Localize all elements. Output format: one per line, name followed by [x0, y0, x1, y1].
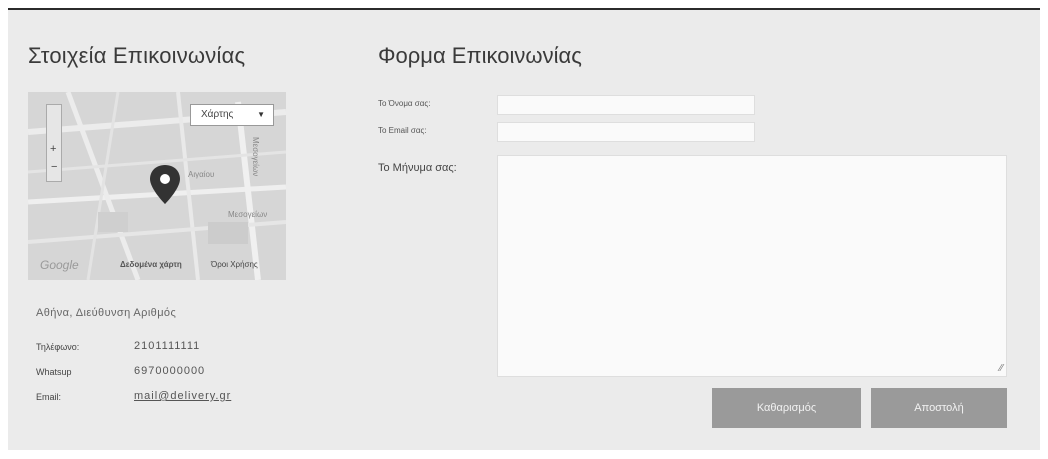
send-button[interactable]: Αποστολή: [871, 388, 1007, 428]
clear-button[interactable]: Καθαρισμός: [712, 388, 861, 428]
map-terms-link[interactable]: Όροι Χρήσης: [211, 260, 258, 269]
street-label: Μεσογείων: [228, 210, 267, 219]
address-text: Αθήνα, Διεύθυνση Αριθμός: [36, 307, 177, 319]
zoom-in-icon[interactable]: +: [50, 143, 56, 155]
contact-map[interactable]: Αιγαίου Μεσογείων Μεσογείων + − Χάρτης ▼…: [28, 92, 286, 280]
contact-form-title: Φορμα Επικοινωνίας: [378, 43, 582, 68]
whatsup-label: Whatsup: [36, 367, 72, 377]
name-input[interactable]: [497, 95, 755, 115]
street-label: Μεσογείων: [251, 137, 260, 176]
whatsup-value: 6970000000: [134, 365, 206, 377]
name-label: Το Όνομα σας:: [378, 99, 431, 108]
google-logo: Google: [40, 258, 79, 272]
map-type-label: Χάρτης: [201, 109, 234, 120]
email-field-label: Το Email σας:: [378, 126, 427, 135]
contact-info-title: Στοιχεία Επικοινωνίας: [28, 43, 246, 68]
phone-value: 2101111111: [134, 340, 201, 352]
street-label: Αιγαίου: [188, 170, 214, 179]
resize-handle-icon[interactable]: ⁄⁄: [1000, 363, 1003, 374]
message-textarea[interactable]: ⁄⁄: [497, 155, 1007, 377]
zoom-out-icon[interactable]: −: [51, 161, 57, 173]
map-type-select[interactable]: Χάρτης ▼: [190, 104, 274, 126]
map-data-link[interactable]: Δεδομένα χάρτη: [120, 260, 182, 269]
chevron-down-icon: ▼: [257, 110, 265, 119]
message-label: Το Μήνυμα σας:: [378, 162, 457, 174]
email-label: Email:: [36, 392, 62, 402]
map-zoom-control[interactable]: + −: [46, 104, 62, 182]
phone-label: Τηλέφωνο:: [36, 342, 80, 352]
email-input[interactable]: [497, 122, 755, 142]
email-link[interactable]: mail@delivery.gr: [134, 390, 231, 402]
